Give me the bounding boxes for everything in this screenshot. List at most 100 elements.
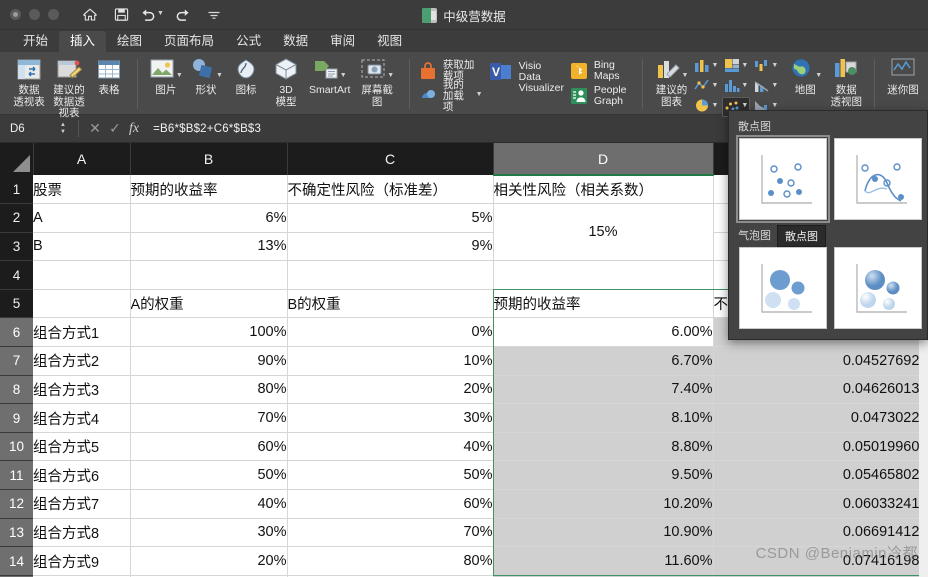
cell-A6[interactable]: 组合方式1 [33, 317, 131, 348]
row-header-13[interactable]: 13 [0, 518, 33, 548]
cell-D4[interactable] [493, 260, 714, 290]
table-row[interactable]: 14 组合方式9 20% 80% 11.60% 0.074161985 [0, 546, 928, 576]
chevron-down-icon[interactable]: ▼ [741, 81, 748, 93]
cell-A5[interactable] [33, 289, 131, 319]
chevron-down-icon[interactable]: ▼ [771, 61, 778, 73]
save-icon[interactable] [112, 6, 130, 24]
cell-C3[interactable]: 9% [287, 232, 494, 262]
screenshot-button[interactable]: ▼ 屏幕截图 [353, 55, 401, 108]
cell-D12[interactable]: 10.20% [493, 489, 714, 519]
cell-D7[interactable]: 6.70% [493, 346, 714, 376]
cell-C11[interactable]: 50% [287, 460, 494, 491]
pivot-chart-button[interactable]: 数据 透视图 [826, 55, 866, 108]
cell-C12[interactable]: 60% [287, 489, 494, 519]
cell-B14[interactable]: 20% [130, 546, 288, 576]
cell-B5[interactable]: A的权重 [130, 289, 288, 319]
chevron-down-icon[interactable]: ▼ [741, 61, 748, 73]
cell-E9[interactable]: 0.04730222 [713, 403, 928, 433]
chevron-down-icon[interactable]: ▼ [216, 71, 223, 83]
waterfall-chart-button[interactable]: ▼ [752, 57, 780, 77]
minimize-window-button[interactable] [29, 9, 40, 20]
close-window-button[interactable] [10, 9, 21, 20]
table-row[interactable]: 8 组合方式3 80% 20% 7.40% 0.046260134 [0, 375, 928, 405]
cell-D2[interactable]: 15% [493, 203, 714, 262]
statistic-chart-button[interactable]: ▼ [722, 77, 750, 97]
chevron-down-icon[interactable]: ▼ [711, 61, 718, 73]
gallery-row-bubble[interactable] [729, 247, 927, 333]
scatter-smooth-lines-thumb[interactable] [834, 138, 922, 220]
row-header-12[interactable]: 12 [0, 489, 33, 519]
cell-B9[interactable]: 70% [130, 403, 288, 433]
cell-C9[interactable]: 30% [287, 403, 494, 433]
chevron-down-icon[interactable]: ▼ [340, 71, 347, 83]
cell-B3[interactable]: 13% [130, 232, 288, 262]
chart-type-buttons[interactable]: ▼ ▼ ▼ ▼ ▼ ▼ ▼ ▼ ▼ [692, 55, 780, 117]
cell-B8[interactable]: 80% [130, 375, 288, 405]
cell-A14[interactable]: 组合方式9 [33, 546, 131, 576]
my-addins-button[interactable]: 我的加载项 ▼ [418, 79, 483, 112]
cell-C6[interactable]: 0% [287, 317, 494, 348]
chevron-down-icon[interactable]: ▼ [176, 71, 183, 83]
row-header-5[interactable]: 5 [0, 289, 33, 319]
tab-review[interactable]: 审阅 [319, 31, 366, 52]
cell-D11[interactable]: 9.50% [493, 460, 714, 491]
cell-B13[interactable]: 30% [130, 518, 288, 548]
row-header-1[interactable]: 1 [0, 175, 33, 205]
cell-E7[interactable]: 0.045276926 [713, 346, 928, 376]
pictures-button[interactable]: ▼ 图片 [146, 55, 186, 97]
visio-data-visualizer-button[interactable]: V Visio Data Visualizer [489, 60, 565, 106]
cell-B10[interactable]: 60% [130, 432, 288, 462]
scatter-plain-thumb[interactable] [736, 135, 830, 223]
cell-B4[interactable] [130, 260, 288, 290]
cell-C7[interactable]: 10% [287, 346, 494, 376]
cell-B7[interactable]: 90% [130, 346, 288, 376]
pivot-table-button[interactable]: 数据 透视表 [9, 55, 49, 108]
row-header-10[interactable]: 10 [0, 432, 33, 462]
chevron-down-icon[interactable]: ▼ [771, 81, 778, 93]
bing-maps-button[interactable]: Bing Maps [569, 60, 634, 82]
cell-E10[interactable]: 0.050199602 [713, 432, 928, 462]
column-header-a[interactable]: A [33, 143, 131, 175]
hierarchy-chart-button[interactable]: ▼ [722, 57, 750, 77]
chevron-down-icon[interactable]: ▼ [711, 81, 718, 93]
cell-E13[interactable]: 0.066914124 [713, 518, 928, 548]
chevron-down-icon[interactable]: ▼ [157, 9, 164, 21]
cell-B1[interactable]: 预期的收益率 [130, 175, 288, 205]
cell-E14[interactable]: 0.074161985 [713, 546, 928, 576]
gallery-row-scatter[interactable] [729, 135, 927, 224]
column-header-b[interactable]: B [130, 143, 288, 175]
line-chart-button[interactable]: ▼ [692, 77, 720, 97]
row-header-3[interactable]: 3 [0, 232, 33, 262]
cell-D6[interactable]: 6.00% [493, 317, 714, 348]
cell-A11[interactable]: 组合方式6 [33, 460, 131, 491]
bubble-3d-thumb[interactable] [834, 247, 922, 329]
cell-A7[interactable]: 组合方式2 [33, 346, 131, 376]
scatter-chart-gallery-dropdown[interactable]: 散点图 气泡图 散点图 [728, 110, 928, 340]
tab-draw[interactable]: 绘图 [106, 31, 153, 52]
customize-quick-access-icon[interactable] [205, 6, 223, 24]
column-chart-button[interactable]: ▼ [692, 57, 720, 77]
cell-A13[interactable]: 组合方式8 [33, 518, 131, 548]
table-row[interactable]: 13 组合方式8 30% 70% 10.90% 0.066914124 [0, 518, 928, 548]
row-header-11[interactable]: 11 [0, 460, 33, 491]
chevron-down-icon[interactable]: ▼ [815, 71, 822, 83]
name-box[interactable]: D6 [4, 119, 60, 138]
cell-B6[interactable]: 100% [130, 317, 288, 348]
cell-C4[interactable] [287, 260, 494, 290]
cancel-formula-icon[interactable]: ✕ [85, 120, 105, 137]
row-header-14[interactable]: 14 [0, 546, 33, 576]
cell-A8[interactable]: 组合方式3 [33, 375, 131, 405]
table-row[interactable]: 11 组合方式6 50% 50% 9.50% 0.054658028 [0, 460, 928, 491]
window-controls[interactable] [0, 9, 59, 20]
ribbon-tab-bar[interactable]: 开始 插入 绘图 页面布局 公式 数据 审阅 视图 [0, 30, 928, 52]
cell-C1[interactable]: 不确定性风险（标准差） [287, 175, 494, 205]
cell-A4[interactable] [33, 260, 131, 290]
chevron-down-icon[interactable]: ▼ [682, 71, 689, 83]
cell-A1[interactable]: 股票 [33, 175, 131, 205]
cell-D9[interactable]: 8.10% [493, 403, 714, 433]
maps-button[interactable]: ▼ 地图 [784, 55, 826, 97]
smartart-button[interactable]: ▼ SmartArt [306, 55, 353, 97]
table-button[interactable]: 表格 [89, 55, 129, 97]
row-header-9[interactable]: 9 [0, 403, 33, 433]
cell-D8[interactable]: 7.40% [493, 375, 714, 405]
